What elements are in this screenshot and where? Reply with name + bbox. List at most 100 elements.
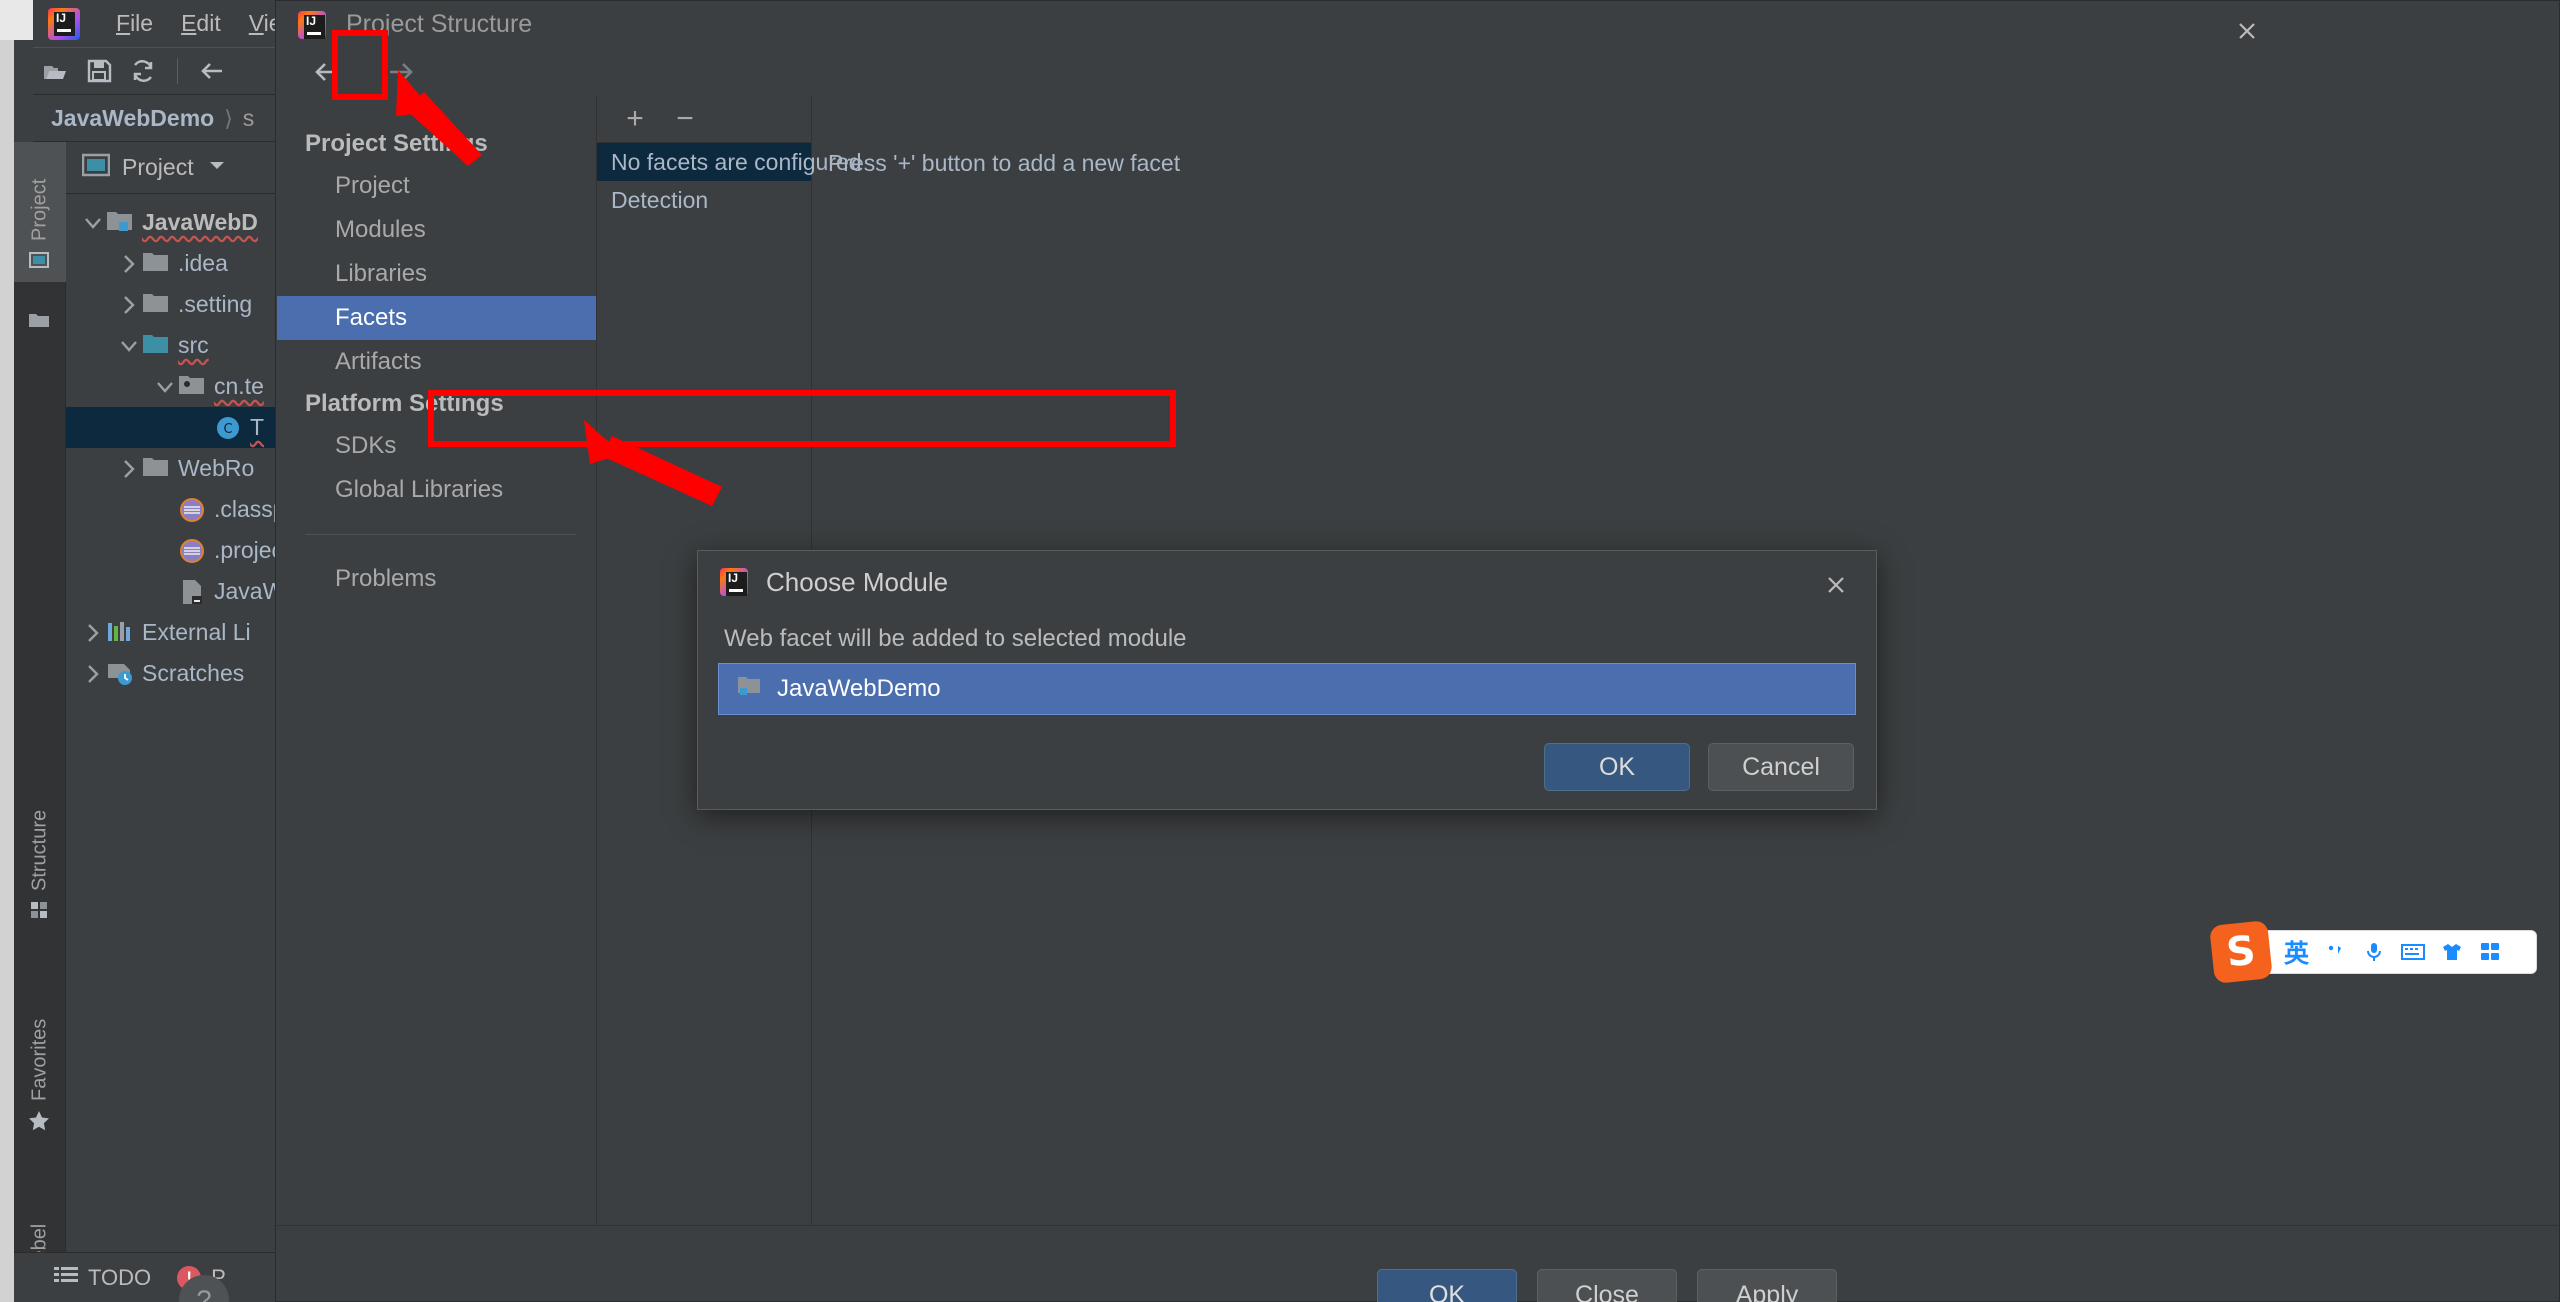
xml-file-icon xyxy=(178,496,206,524)
sidebar-item-label: Project xyxy=(28,178,51,241)
apps-grid-icon[interactable] xyxy=(2479,941,2501,963)
scratches-icon xyxy=(106,660,134,688)
sidebar-item-structure[interactable]: Structure xyxy=(14,722,66,932)
back-arrow-icon[interactable] xyxy=(307,52,347,92)
star-icon xyxy=(29,1110,50,1131)
status-todo[interactable]: TODO xyxy=(54,1265,151,1291)
menu-item-file[interactable]: FFileile xyxy=(102,6,167,41)
folder-icon xyxy=(29,310,50,330)
settings-item-facets[interactable]: Facets xyxy=(277,296,596,340)
add-facet-button[interactable]: + xyxy=(615,99,655,139)
sidebar-item-project[interactable]: Project xyxy=(14,142,66,282)
sync-icon[interactable] xyxy=(121,49,165,93)
intellij-logo-icon xyxy=(296,9,328,41)
settings-item-sdks[interactable]: SDKs xyxy=(277,424,596,468)
menu-item-edit[interactable]: Edit xyxy=(167,6,235,41)
close-icon[interactable] xyxy=(2225,9,2269,53)
project-structure-settings-list: Project Settings Project Modules Libraries F… xyxy=(277,96,597,1225)
package-icon xyxy=(178,373,206,401)
choose-module-ok-button[interactable]: OK xyxy=(1544,743,1690,791)
intellij-logo-icon xyxy=(718,566,750,598)
folder-icon xyxy=(142,250,170,278)
folder-icon xyxy=(142,455,170,483)
settings-item-libraries[interactable]: Libraries xyxy=(277,252,596,296)
breadcrumb-next[interactable]: s xyxy=(243,105,255,132)
back-arrow-icon[interactable] xyxy=(190,49,234,93)
status-todo-label: TODO xyxy=(88,1264,152,1290)
tree-item-label: External Li xyxy=(142,619,251,645)
module-name: JavaWebDemo xyxy=(777,675,941,702)
left-tool-window-strip: Project Structure Favorites xyxy=(14,142,66,1302)
punctuation-icon[interactable] xyxy=(2325,941,2347,963)
tree-item-label: WebRo xyxy=(178,455,255,481)
tree-expand-arrow[interactable] xyxy=(152,579,178,605)
window-left-edge-body xyxy=(0,40,14,1302)
tree-expand-arrow[interactable] xyxy=(80,210,106,236)
tree-item-label: cn.te xyxy=(214,373,264,399)
project-icon xyxy=(29,250,50,270)
toolbar-divider xyxy=(177,58,178,84)
facet-empty-message[interactable]: No facets are configured xyxy=(597,143,862,181)
project-structure-ok-button[interactable]: OK xyxy=(1377,1269,1517,1302)
module-list-item[interactable]: JavaWebDemo xyxy=(718,663,1856,715)
facet-detection-row[interactable]: Detection xyxy=(597,181,811,219)
source-folder-icon xyxy=(142,332,170,360)
tree-expand-arrow[interactable] xyxy=(152,538,178,564)
choose-module-dialog: Choose Module Web facet will be added to… xyxy=(697,550,1877,810)
project-structure-footer: ? OK Close Apply xyxy=(179,1225,2558,1302)
tree-item-label: T xyxy=(250,414,265,440)
tree-expand-arrow[interactable] xyxy=(116,251,142,277)
tree-expand-arrow[interactable] xyxy=(116,456,142,482)
dialog-title: Choose Module xyxy=(766,566,949,597)
open-folder-icon[interactable] xyxy=(33,49,77,93)
close-icon[interactable] xyxy=(1814,563,1858,607)
tree-item-label: .setting xyxy=(178,291,253,317)
settings-item-project[interactable]: Project xyxy=(277,164,596,208)
breadcrumb-project[interactable]: JavaWebDemo xyxy=(51,105,214,132)
sidebar-item-folder[interactable] xyxy=(14,282,66,342)
choose-module-title-bar: Choose Module xyxy=(698,551,1876,613)
module-folder-icon xyxy=(737,674,763,704)
tree-item-label: .idea xyxy=(178,250,228,276)
project-structure-title-bar: Project Structure xyxy=(276,1,2559,48)
chevron-down-icon[interactable] xyxy=(206,154,228,182)
settings-item-problems[interactable]: Problems xyxy=(277,557,596,601)
facets-hint: Press '+' button to add a new facet xyxy=(828,150,1181,176)
class-icon: C xyxy=(214,414,242,442)
screen-root: FFileile Edit Vie xyxy=(0,0,2560,1302)
tree-expand-arrow[interactable] xyxy=(80,620,106,646)
settings-item-artifacts[interactable]: Artifacts xyxy=(277,340,596,384)
skin-shirt-icon[interactable] xyxy=(2441,941,2463,963)
tree-item-label: Scratches xyxy=(142,660,245,686)
dialog-title: Project Structure xyxy=(346,10,533,38)
facets-toolbar: + − xyxy=(597,96,811,143)
facets-list: No facets are configured Detection xyxy=(597,143,862,219)
keyboard-icon[interactable] xyxy=(2401,942,2426,962)
choose-module-hint: Web facet will be added to selected modu… xyxy=(724,625,1187,652)
sidebar-item-label: Favorites xyxy=(28,1018,51,1101)
settings-group-header: Project Settings xyxy=(305,130,488,157)
tree-expand-arrow[interactable] xyxy=(116,292,142,318)
settings-item-modules[interactable]: Modules xyxy=(277,208,596,252)
sidebar-item-favorites[interactable]: Favorites xyxy=(14,932,66,1142)
project-structure-apply-button[interactable]: Apply xyxy=(1697,1269,1837,1302)
sidebar-item-label: Structure xyxy=(28,809,51,891)
sogou-logo-icon[interactable]: S xyxy=(2209,920,2273,984)
tree-expand-arrow[interactable] xyxy=(188,415,214,441)
choose-module-cancel-button[interactable]: Cancel xyxy=(1708,743,1854,791)
tree-item-label: JavaWebD xyxy=(142,209,258,235)
breadcrumb-separator-icon: ⟩ xyxy=(224,105,233,131)
tree-expand-arrow[interactable] xyxy=(80,661,106,687)
settings-item-globallibraries[interactable]: Global Libraries xyxy=(277,468,596,512)
remove-facet-button[interactable]: − xyxy=(665,99,705,139)
tree-expand-arrow[interactable] xyxy=(152,497,178,523)
save-icon[interactable] xyxy=(77,49,121,93)
xml-file-icon xyxy=(178,537,206,565)
project-structure-close-button[interactable]: Close xyxy=(1537,1269,1677,1302)
forward-arrow-icon[interactable] xyxy=(381,52,421,92)
library-icon xyxy=(106,619,134,647)
microphone-icon[interactable] xyxy=(2363,941,2385,963)
tree-expand-arrow[interactable] xyxy=(116,333,142,359)
tree-expand-arrow[interactable] xyxy=(152,374,178,400)
ime-mode-label[interactable]: 英 xyxy=(2284,934,2309,970)
